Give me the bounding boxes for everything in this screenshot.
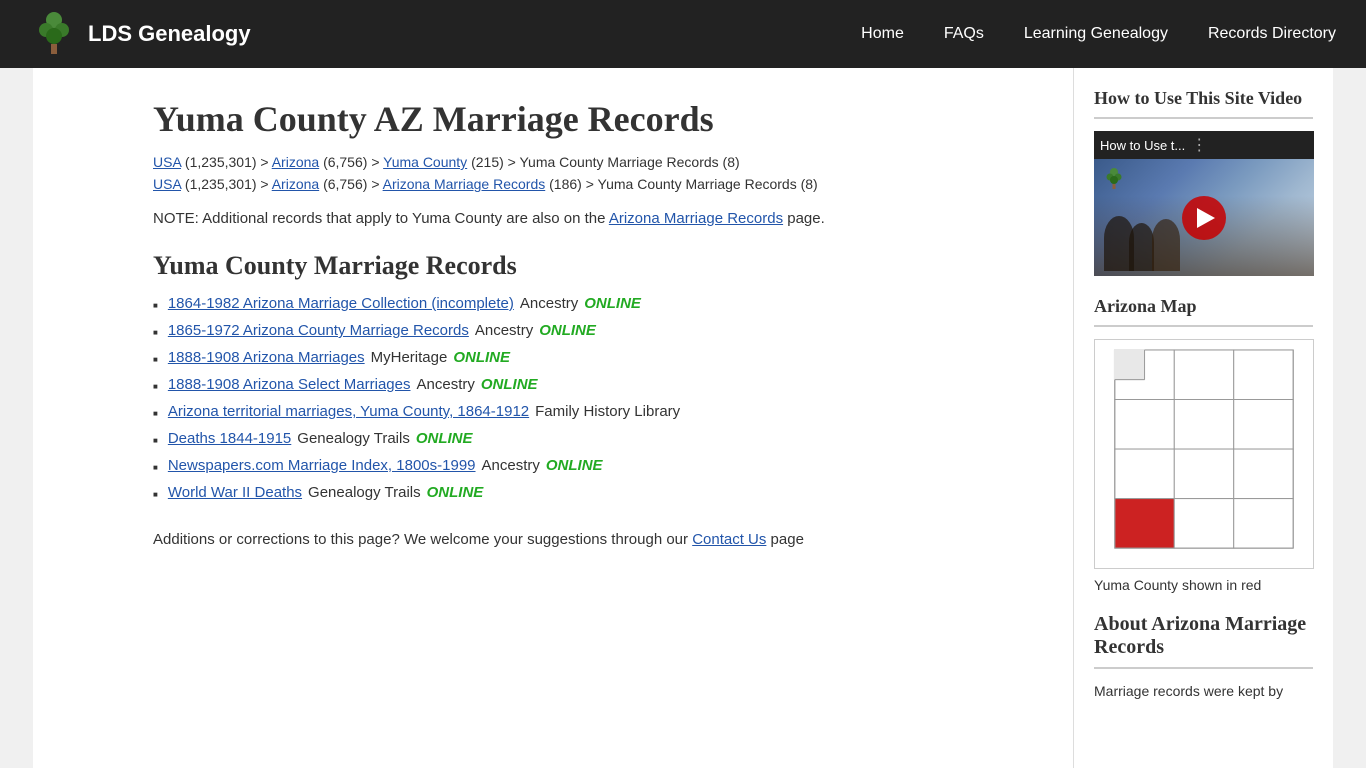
page-wrapper: Yuma County AZ Marriage Records USA (1,2… (33, 68, 1333, 768)
section-title: Yuma County Marriage Records (153, 251, 1033, 281)
map-section-title: Arizona Map (1094, 296, 1313, 317)
records-list: 1864-1982 Arizona Marriage Collection (i… (153, 295, 1033, 501)
nav-home[interactable]: Home (861, 25, 904, 43)
tree-logo-icon (30, 10, 78, 58)
list-item: 1888-1908 Arizona Select Marriages Ances… (153, 376, 1033, 393)
breadcrumb-usa-2[interactable]: USA (153, 176, 181, 192)
video-top-bar: How to Use t... ⋮ (1094, 131, 1314, 159)
list-item: 1864-1982 Arizona Marriage Collection (i… (153, 295, 1033, 312)
record-link-7[interactable]: World War II Deaths (168, 484, 302, 501)
video-thumbnail[interactable]: How to Use t... ⋮ (1094, 131, 1314, 276)
contact-us-link[interactable]: Contact Us (692, 531, 766, 548)
list-item: 1865-1972 Arizona County Marriage Record… (153, 322, 1033, 339)
nav-links: Home FAQs Learning Genealogy Records Dir… (861, 25, 1336, 43)
record-link-1[interactable]: 1865-1972 Arizona County Marriage Record… (168, 322, 469, 339)
record-link-3[interactable]: 1888-1908 Arizona Select Marriages (168, 376, 411, 393)
breadcrumb-1: USA (1,235,301) > Arizona (6,756) > Yuma… (153, 154, 1033, 170)
note-paragraph: NOTE: Additional records that apply to Y… (153, 210, 1033, 227)
nav-records-directory[interactable]: Records Directory (1208, 25, 1336, 43)
about-section-title: About Arizona Marriage Records (1094, 613, 1313, 659)
map-divider (1094, 325, 1313, 327)
breadcrumb-2: USA (1,235,301) > Arizona (6,756) > Ariz… (153, 176, 1033, 192)
video-logo-overlay (1102, 167, 1126, 191)
breadcrumb-arizona-1[interactable]: Arizona (272, 154, 319, 170)
video-body (1094, 159, 1314, 276)
nav-learning-genealogy[interactable]: Learning Genealogy (1024, 25, 1168, 43)
breadcrumb-arizona-2[interactable]: Arizona (272, 176, 319, 192)
list-item: World War II Deaths Genealogy Trails ONL… (153, 484, 1033, 501)
list-item: 1888-1908 Arizona Marriages MyHeritage O… (153, 349, 1033, 366)
video-section: How to Use This Site Video How to Use t.… (1094, 88, 1313, 276)
record-link-2[interactable]: 1888-1908 Arizona Marriages (168, 349, 365, 366)
record-link-4[interactable]: Arizona territorial marriages, Yuma Coun… (168, 403, 529, 420)
sidebar: How to Use This Site Video How to Use t.… (1073, 68, 1333, 768)
map-caption: Yuma County shown in red (1094, 577, 1313, 593)
main-content: Yuma County AZ Marriage Records USA (1,2… (33, 68, 1073, 768)
nav-faqs[interactable]: FAQs (944, 25, 984, 43)
corrections-paragraph: Additions or corrections to this page? W… (153, 531, 1033, 548)
about-divider (1094, 667, 1313, 669)
video-divider (1094, 117, 1313, 119)
note-arizona-marriage-link[interactable]: Arizona Marriage Records (609, 210, 783, 227)
list-item: Arizona territorial marriages, Yuma Coun… (153, 403, 1033, 420)
list-item: Newspapers.com Marriage Index, 1800s-199… (153, 457, 1033, 474)
logo-text: LDS Genealogy (88, 21, 251, 47)
video-options-icon: ⋮ (1191, 135, 1207, 155)
about-section: About Arizona Marriage Records Marriage … (1094, 613, 1313, 702)
page-title: Yuma County AZ Marriage Records (153, 98, 1033, 140)
about-text: Marriage records were kept by (1094, 681, 1313, 702)
play-button-icon[interactable] (1182, 196, 1226, 240)
video-section-title: How to Use This Site Video (1094, 88, 1313, 109)
navbar: LDS Genealogy Home FAQs Learning Genealo… (0, 0, 1366, 68)
breadcrumb-usa-1[interactable]: USA (153, 154, 181, 170)
record-link-6[interactable]: Newspapers.com Marriage Index, 1800s-199… (168, 457, 476, 474)
list-item: Deaths 1844-1915 Genealogy Trails ONLINE (153, 430, 1033, 447)
arizona-map (1094, 339, 1314, 569)
record-link-0[interactable]: 1864-1982 Arizona Marriage Collection (i… (168, 295, 514, 312)
site-logo[interactable]: LDS Genealogy (30, 10, 251, 58)
map-section: Arizona Map (1094, 296, 1313, 593)
video-title-text: How to Use t... (1100, 138, 1185, 153)
record-link-5[interactable]: Deaths 1844-1915 (168, 430, 291, 447)
breadcrumb-yuma-county[interactable]: Yuma County (383, 154, 467, 170)
breadcrumb-arizona-marriage[interactable]: Arizona Marriage Records (383, 176, 546, 192)
